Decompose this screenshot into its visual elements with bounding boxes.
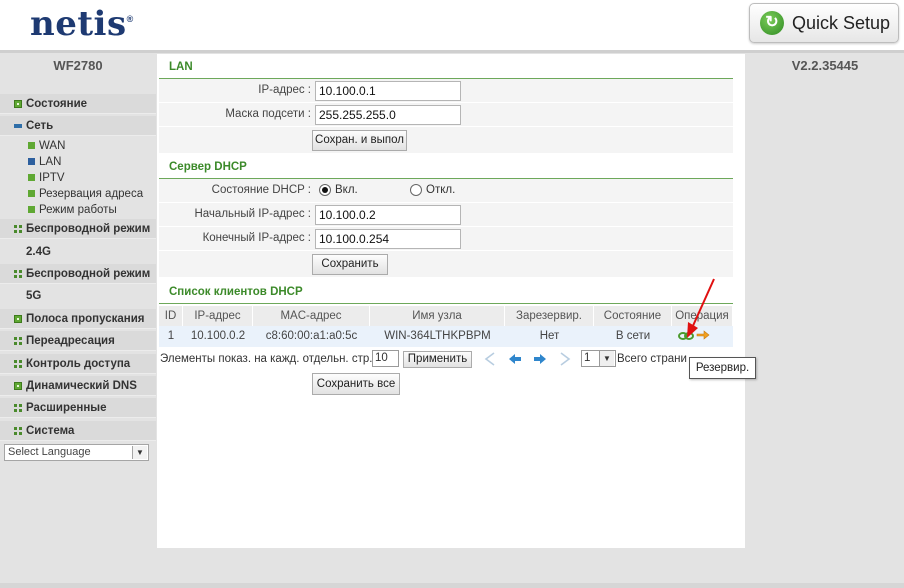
lan-ip-label: IP-адрес : (258, 84, 311, 96)
lan-mask-input[interactable]: 255.255.255.0 (315, 105, 461, 125)
col-state: Состояние (594, 306, 672, 326)
chevron-down-icon: ▼ (599, 351, 614, 366)
lan-ip-row: IP-адрес : 10.100.0.1 (159, 79, 733, 103)
grid-icon (14, 270, 22, 278)
nav-sub-wan[interactable]: WAN (28, 139, 65, 153)
square-icon (14, 382, 22, 390)
nav-advanced[interactable]: Расширенные (0, 398, 156, 418)
quick-setup-label: Quick Setup (792, 13, 891, 33)
lan-mask-row: Маска подсети : 255.255.255.0 (159, 103, 733, 127)
header: netis® ↻ Quick Setup (0, 0, 904, 53)
divider (159, 303, 733, 304)
annotation-arrow (687, 278, 715, 338)
dhcp-end-row: Конечный IP-адрес : 10.100.0.254 (159, 227, 733, 251)
lan-ip-input[interactable]: 10.100.0.1 (315, 81, 461, 101)
dhcp-state-label: Состояние DHCP : (211, 184, 311, 196)
language-select[interactable]: Select Language ▼ (4, 444, 149, 461)
per-page-input[interactable]: 10 (372, 350, 399, 367)
col-mac: MAC-адрес (253, 306, 370, 326)
dhcp-on-label: Вкл. (335, 184, 358, 196)
dhcp-state-row: Состояние DHCP : Вкл. Откл. (159, 179, 733, 203)
dhcp-button-row: Сохранить (159, 251, 733, 278)
firmware-version: V2.2.35445 (791, 58, 859, 73)
total-pages-label: Всего страни (617, 353, 687, 365)
dhcp-off-radio[interactable] (410, 184, 422, 196)
col-ip: IP-адрес (183, 306, 253, 326)
arrow-right-icon (28, 158, 35, 165)
save-all-button[interactable]: Сохранить все (312, 373, 400, 395)
nav-forwarding[interactable]: Переадресация (0, 331, 156, 351)
minus-icon (14, 124, 22, 128)
square-icon (14, 100, 22, 108)
cell-id: 1 (167, 330, 175, 342)
cell-host: WIN-364LTHKPBPM (384, 330, 491, 342)
dhcp-start-label: Начальный IP-адрес : (194, 208, 311, 220)
clients-section-title: Список клиентов DHCP (169, 286, 303, 298)
nav-sub-mode[interactable]: Режим работы (28, 203, 117, 217)
last-page-icon[interactable] (557, 352, 573, 366)
square-icon (28, 190, 35, 197)
nav-status[interactable]: Состояние (0, 94, 156, 114)
nav-wireless-24-band[interactable]: 2.4G (0, 242, 156, 262)
nav-system[interactable]: Система (0, 421, 156, 441)
dhcp-section-title: Сервер DHCP (169, 161, 247, 173)
cell-reserved: Нет (539, 330, 560, 342)
nav-wireless-5-band[interactable]: 5G (0, 286, 156, 306)
col-id: ID (159, 306, 183, 326)
nav-sub-reservation[interactable]: Резервация адреса (28, 187, 143, 201)
netis-logo: netis® (30, 4, 134, 44)
dhcp-end-label: Конечный IP-адрес : (202, 232, 311, 244)
apply-button[interactable]: Применить (403, 351, 472, 368)
grid-icon (14, 427, 22, 435)
nav-sub-lan[interactable]: LAN (28, 155, 61, 169)
lan-save-button[interactable]: Сохран. и выпол (312, 130, 407, 151)
footer-bar (0, 583, 904, 588)
cell-state: В сети (615, 330, 651, 342)
dhcp-end-input[interactable]: 10.100.0.254 (315, 229, 461, 249)
sidebar: WF2780 Состояние Сеть WAN LAN IPTV Резер… (0, 54, 156, 588)
reserve-tooltip: Резервир. (689, 357, 756, 379)
grid-icon (14, 337, 22, 345)
nav-network[interactable]: Сеть (0, 116, 156, 136)
lan-section-title: LAN (169, 61, 193, 73)
col-reserved: Зарезервир. (505, 306, 594, 326)
dhcp-off-label: Откл. (426, 184, 456, 196)
cell-mac: c8:60:00:a1:a0:5c (265, 330, 358, 342)
dhcp-start-input[interactable]: 10.100.0.2 (315, 205, 461, 225)
square-icon (14, 315, 22, 323)
grid-icon (14, 360, 22, 368)
page-select[interactable]: 1 ▼ (581, 350, 616, 367)
chevron-down-icon: ▼ (132, 446, 147, 459)
dhcp-on-radio[interactable] (319, 184, 331, 196)
dhcp-start-row: Начальный IP-адрес : 10.100.0.2 (159, 203, 733, 227)
main-panel: LAN IP-адрес : 10.100.0.1 Маска подсети … (157, 54, 745, 548)
nav-ddns[interactable]: Динамический DNS (0, 376, 156, 396)
model-name: WF2780 (53, 58, 103, 73)
grid-icon (14, 225, 22, 233)
nav-access-control[interactable]: Контроль доступа (0, 354, 156, 374)
dhcp-save-button[interactable]: Сохранить (312, 254, 388, 275)
nav-sub-iptv[interactable]: IPTV (28, 171, 65, 185)
prev-page-icon[interactable] (507, 352, 523, 366)
nav-wireless-5[interactable]: Беспроводной режим (0, 264, 156, 284)
next-page-icon[interactable] (532, 352, 548, 366)
square-icon (28, 142, 35, 149)
per-page-label: Элементы показ. на кажд. отдельн. стр. (160, 353, 373, 365)
nav-bandwidth[interactable]: Полоса пропускания (0, 309, 156, 329)
grid-icon (14, 404, 22, 412)
first-page-icon[interactable] (482, 352, 498, 366)
square-icon (28, 174, 35, 181)
quick-setup-button[interactable]: ↻ Quick Setup (749, 3, 899, 43)
nav-wireless-24[interactable]: Беспроводной режим (0, 219, 156, 239)
square-icon (28, 206, 35, 213)
cell-ip: 10.100.0.2 (190, 330, 246, 342)
lan-button-row: Сохран. и выпол (159, 127, 733, 154)
refresh-arrow-icon: ↻ (760, 11, 784, 35)
lan-mask-label: Маска подсети : (225, 108, 311, 120)
col-host: Имя узла (370, 306, 505, 326)
